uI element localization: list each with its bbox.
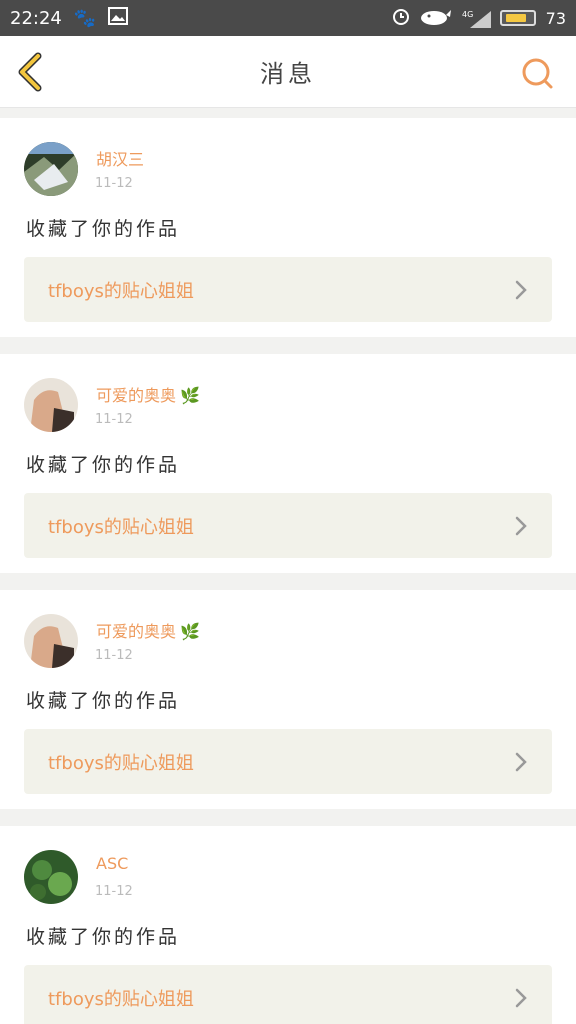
- paw-icon: 🐾: [73, 7, 97, 29]
- nav-bar: 消息: [0, 36, 576, 108]
- work-link[interactable]: tfboys的贴心姐姐: [24, 729, 552, 794]
- chevron-right-icon: [515, 280, 527, 300]
- message-date: 11-12: [95, 648, 133, 663]
- leaf-icon: 🌿: [180, 386, 200, 405]
- network-label: 4G: [462, 10, 473, 19]
- battery-level: 73: [545, 8, 566, 28]
- chevron-left-icon: [18, 52, 42, 92]
- avatar[interactable]: [24, 850, 78, 904]
- alarm-icon: [392, 7, 410, 29]
- user-name[interactable]: ASC: [96, 854, 132, 873]
- leaf-icon: 🌿: [180, 622, 200, 641]
- work-link[interactable]: tfboys的贴心姐姐: [24, 965, 552, 1024]
- work-title: tfboys的贴心姐姐: [48, 516, 194, 538]
- chevron-right-icon: [515, 516, 527, 536]
- image-icon: [108, 6, 129, 30]
- message-date: 11-12: [95, 884, 133, 899]
- work-title: tfboys的贴心姐姐: [48, 752, 194, 774]
- message-date: 11-12: [95, 176, 133, 191]
- work-title: tfboys的贴心姐姐: [48, 280, 194, 302]
- status-time: 22:24: [10, 7, 62, 29]
- avatar[interactable]: [24, 614, 78, 668]
- chevron-right-icon: [515, 988, 527, 1008]
- message-list: 胡汉三 11-12 收藏了你的作品 tfboys的贴心姐姐 可爱的奥奥 🌿 11-…: [0, 118, 576, 1024]
- message-action: 收藏了你的作品: [26, 926, 181, 948]
- message-action: 收藏了你的作品: [26, 454, 181, 476]
- page-title: 消息: [260, 60, 316, 88]
- message-card: 胡汉三 11-12 收藏了你的作品 tfboys的贴心姐姐: [0, 118, 576, 337]
- signal-icon: 4G: [462, 9, 491, 28]
- chevron-right-icon: [515, 752, 527, 772]
- avatar[interactable]: [24, 378, 78, 432]
- status-bar: 22:24 🐾 4G 73: [0, 0, 576, 36]
- back-button[interactable]: [14, 52, 46, 92]
- message-card: 可爱的奥奥 🌿 11-12 收藏了你的作品 tfboys的贴心姐姐: [0, 590, 576, 809]
- work-title: tfboys的贴心姐姐: [48, 988, 194, 1010]
- message-action: 收藏了你的作品: [26, 690, 181, 712]
- work-link[interactable]: tfboys的贴心姐姐: [24, 493, 552, 558]
- work-link[interactable]: tfboys的贴心姐姐: [24, 257, 552, 322]
- message-action: 收藏了你的作品: [26, 218, 181, 240]
- user-name[interactable]: 可爱的奥奥 🌿: [96, 618, 200, 642]
- search-icon: [522, 58, 553, 89]
- message-date: 11-12: [95, 412, 133, 427]
- user-name[interactable]: 可爱的奥奥 🌿: [96, 382, 200, 406]
- avatar[interactable]: [24, 142, 78, 196]
- whale-icon: [420, 7, 452, 29]
- search-button[interactable]: [520, 56, 554, 90]
- message-card: ASC 11-12 收藏了你的作品 tfboys的贴心姐姐: [0, 826, 576, 1024]
- battery-icon: [499, 10, 536, 26]
- message-card: 可爱的奥奥 🌿 11-12 收藏了你的作品 tfboys的贴心姐姐: [0, 354, 576, 573]
- user-name[interactable]: 胡汉三: [96, 146, 148, 170]
